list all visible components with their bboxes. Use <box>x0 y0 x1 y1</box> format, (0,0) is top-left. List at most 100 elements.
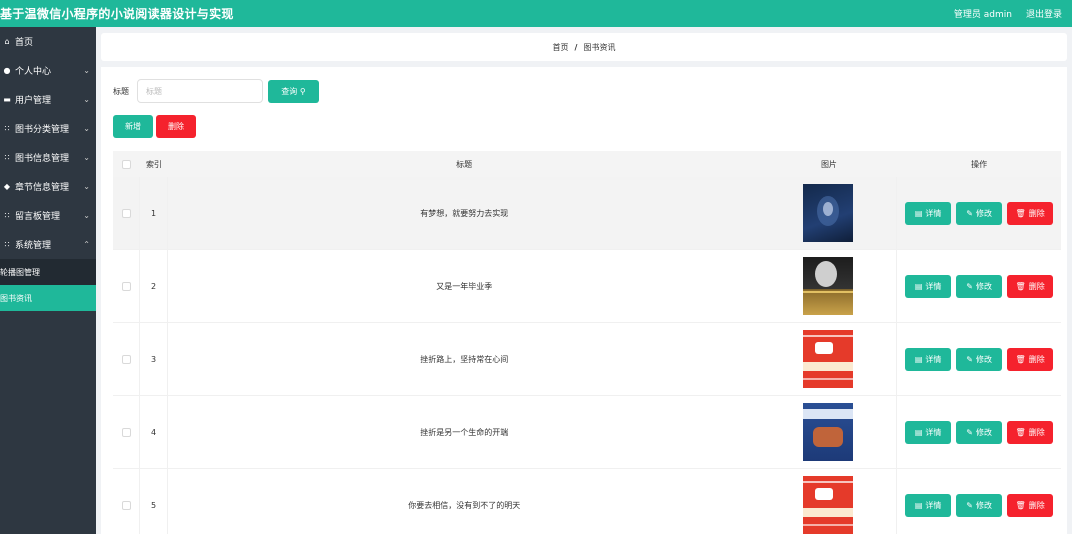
breadcrumb-separator: / <box>574 42 578 52</box>
detail-button[interactable]: ▤ 详情 <box>905 201 952 225</box>
select-all-checkbox[interactable] <box>122 159 132 169</box>
breadcrumb-home[interactable]: 首页 <box>553 42 569 53</box>
row-actions: ▤ 详情 ✎ 修改 🗑 删除 <box>897 420 1061 444</box>
row-index: 3 <box>140 323 168 395</box>
sidebar-subitem-carousel[interactable]: 轮播图管理 <box>0 259 96 285</box>
book-cover-image <box>803 184 854 242</box>
search-form: 标题 标题 查询 ⚲ <box>113 79 319 103</box>
row-actions: ▤ 详情 ✎ 修改 🗑 删除 <box>897 201 1061 225</box>
sidebar-item-user-management[interactable]: ▬ 用户管理 ⌄ <box>0 85 96 114</box>
logout-link[interactable]: 退出登录 <box>1026 7 1062 20</box>
home-icon: ⌂ <box>4 37 10 46</box>
grid-icon: ∷ <box>4 211 10 220</box>
row-title: 有梦想，就要努力去实现 <box>420 208 509 218</box>
book-cover-image <box>803 330 854 388</box>
book-cover-image <box>803 403 854 461</box>
batch-delete-button[interactable]: 删除 <box>156 115 196 138</box>
chevron-down-icon: ⌄ <box>83 124 90 133</box>
grid-icon: ∷ <box>4 240 10 249</box>
row-actions: ▤ 详情 ✎ 修改 🗑 删除 <box>897 493 1061 517</box>
sidebar-item-personal-center[interactable]: ● 个人中心 ⌄ <box>0 56 96 85</box>
grid-icon: ∷ <box>4 153 10 162</box>
row-index: 1 <box>140 177 168 249</box>
row-index: 4 <box>140 396 168 468</box>
row-actions: ▤ 详情 ✎ 修改 🗑 删除 <box>897 347 1061 371</box>
content-panel: 标题 标题 查询 ⚲ 新增 删除 索引 标题 图片 操作 1 有梦想，就要努力去实… <box>101 67 1067 534</box>
column-header-image: 图片 <box>820 159 837 169</box>
chevron-down-icon: ⌄ <box>83 182 90 191</box>
sidebar-item-chapter-info[interactable]: ◆ 章节信息管理 ⌄ <box>0 172 96 201</box>
edit-button[interactable]: ✎ 修改 <box>956 347 1003 371</box>
row-checkbox[interactable] <box>121 427 131 437</box>
row-checkbox[interactable] <box>121 354 131 364</box>
table-row: 4 挫折是另一个生命的开端 ▤ 详情 ✎ 修改 🗑 删除 <box>113 396 1061 469</box>
row-title: 你要去相信，没有到不了的明天 <box>408 500 521 510</box>
trash-icon: 🗑 <box>1015 354 1026 364</box>
row-title: 挫折路上，坚持常在心间 <box>420 354 509 364</box>
book-cover-image <box>803 257 854 315</box>
document-icon: ▤ <box>914 500 923 510</box>
pencil-icon: ✎ <box>966 208 973 218</box>
top-bar: 基于温微信小程序的小说阅读器设计与实现 管理员 admin 退出登录 <box>0 0 1072 27</box>
document-icon: ▤ <box>914 208 923 218</box>
search-icon: ⚲ <box>299 86 306 96</box>
edit-button[interactable]: ✎ 修改 <box>956 274 1003 298</box>
pencil-icon: ✎ <box>966 427 973 437</box>
chapter-icon: ◆ <box>3 182 11 191</box>
delete-button[interactable]: 🗑 删除 <box>1007 420 1054 444</box>
delete-button[interactable]: 🗑 删除 <box>1007 201 1054 225</box>
sidebar-item-book-category[interactable]: ∷ 图书分类管理 ⌄ <box>0 114 96 143</box>
news-table: 索引 标题 图片 操作 1 有梦想，就要努力去实现 ▤ 详情 ✎ 修改 🗑 删除 2 又是一年毕业… <box>113 151 1061 534</box>
table-header: 索引 标题 图片 操作 <box>113 151 1061 177</box>
pencil-icon: ✎ <box>966 354 973 364</box>
row-title: 又是一年毕业季 <box>436 281 493 291</box>
trash-icon: 🗑 <box>1015 500 1026 510</box>
row-checkbox[interactable] <box>121 208 131 218</box>
main-area: 首页 / 图书资讯 标题 标题 查询 ⚲ 新增 删除 索引 标题 图片 操作 1… <box>96 27 1072 534</box>
row-index: 5 <box>140 469 168 534</box>
search-button[interactable]: 查询 ⚲ <box>268 79 319 103</box>
user-icon: ● <box>3 66 11 75</box>
sidebar-item-book-info[interactable]: ∷ 图书信息管理 ⌄ <box>0 143 96 172</box>
app-title: 基于温微信小程序的小说阅读器设计与实现 <box>0 7 234 21</box>
detail-button[interactable]: ▤ 详情 <box>905 420 952 444</box>
chevron-down-icon: ⌄ <box>83 66 90 75</box>
table-row: 1 有梦想，就要努力去实现 ▤ 详情 ✎ 修改 🗑 删除 <box>113 177 1061 250</box>
system-submenu: 轮播图管理 图书资讯 <box>0 259 96 311</box>
trash-icon: 🗑 <box>1015 208 1026 218</box>
trash-icon: 🗑 <box>1015 427 1026 437</box>
detail-button[interactable]: ▤ 详情 <box>905 274 952 298</box>
sidebar-item-home[interactable]: ⌂ 首页 <box>0 27 96 56</box>
title-search-input[interactable]: 标题 <box>137 79 263 103</box>
document-icon: ▤ <box>914 354 923 364</box>
edit-button[interactable]: ✎ 修改 <box>956 201 1003 225</box>
document-icon: ▤ <box>914 427 923 437</box>
delete-button[interactable]: 🗑 删除 <box>1007 493 1054 517</box>
row-image-cell <box>761 396 898 468</box>
row-checkbox[interactable] <box>121 281 131 291</box>
detail-button[interactable]: ▤ 详情 <box>905 347 952 371</box>
row-checkbox[interactable] <box>121 500 131 510</box>
breadcrumb: 首页 / 图书资讯 <box>101 33 1067 61</box>
search-label: 标题 <box>113 86 129 96</box>
column-header-actions: 操作 <box>971 159 988 169</box>
sidebar-subitem-book-news[interactable]: 图书资讯 <box>0 285 96 311</box>
grid-icon: ∷ <box>4 124 10 133</box>
current-user-label: 管理员 admin <box>953 10 1012 20</box>
row-image-cell <box>761 177 898 249</box>
edit-button[interactable]: ✎ 修改 <box>956 493 1003 517</box>
row-image-cell <box>761 323 898 395</box>
row-actions: ▤ 详情 ✎ 修改 🗑 删除 <box>897 274 1061 298</box>
sidebar-item-message-board[interactable]: ∷ 留言板管理 ⌄ <box>0 201 96 230</box>
sidebar-item-system-management[interactable]: ∷ 系统管理 ⌃ <box>0 230 96 259</box>
pencil-icon: ✎ <box>966 500 973 510</box>
row-title: 挫折是另一个生命的开端 <box>420 427 509 437</box>
delete-button[interactable]: 🗑 删除 <box>1007 347 1054 371</box>
table-row: 3 挫折路上，坚持常在心间 ▤ 详情 ✎ 修改 🗑 删除 <box>113 323 1061 396</box>
detail-button[interactable]: ▤ 详情 <box>905 493 952 517</box>
add-button[interactable]: 新增 <box>113 115 153 138</box>
delete-button[interactable]: 🗑 删除 <box>1007 274 1054 298</box>
edit-button[interactable]: ✎ 修改 <box>956 420 1003 444</box>
row-index: 2 <box>140 250 168 322</box>
pencil-icon: ✎ <box>966 281 973 291</box>
